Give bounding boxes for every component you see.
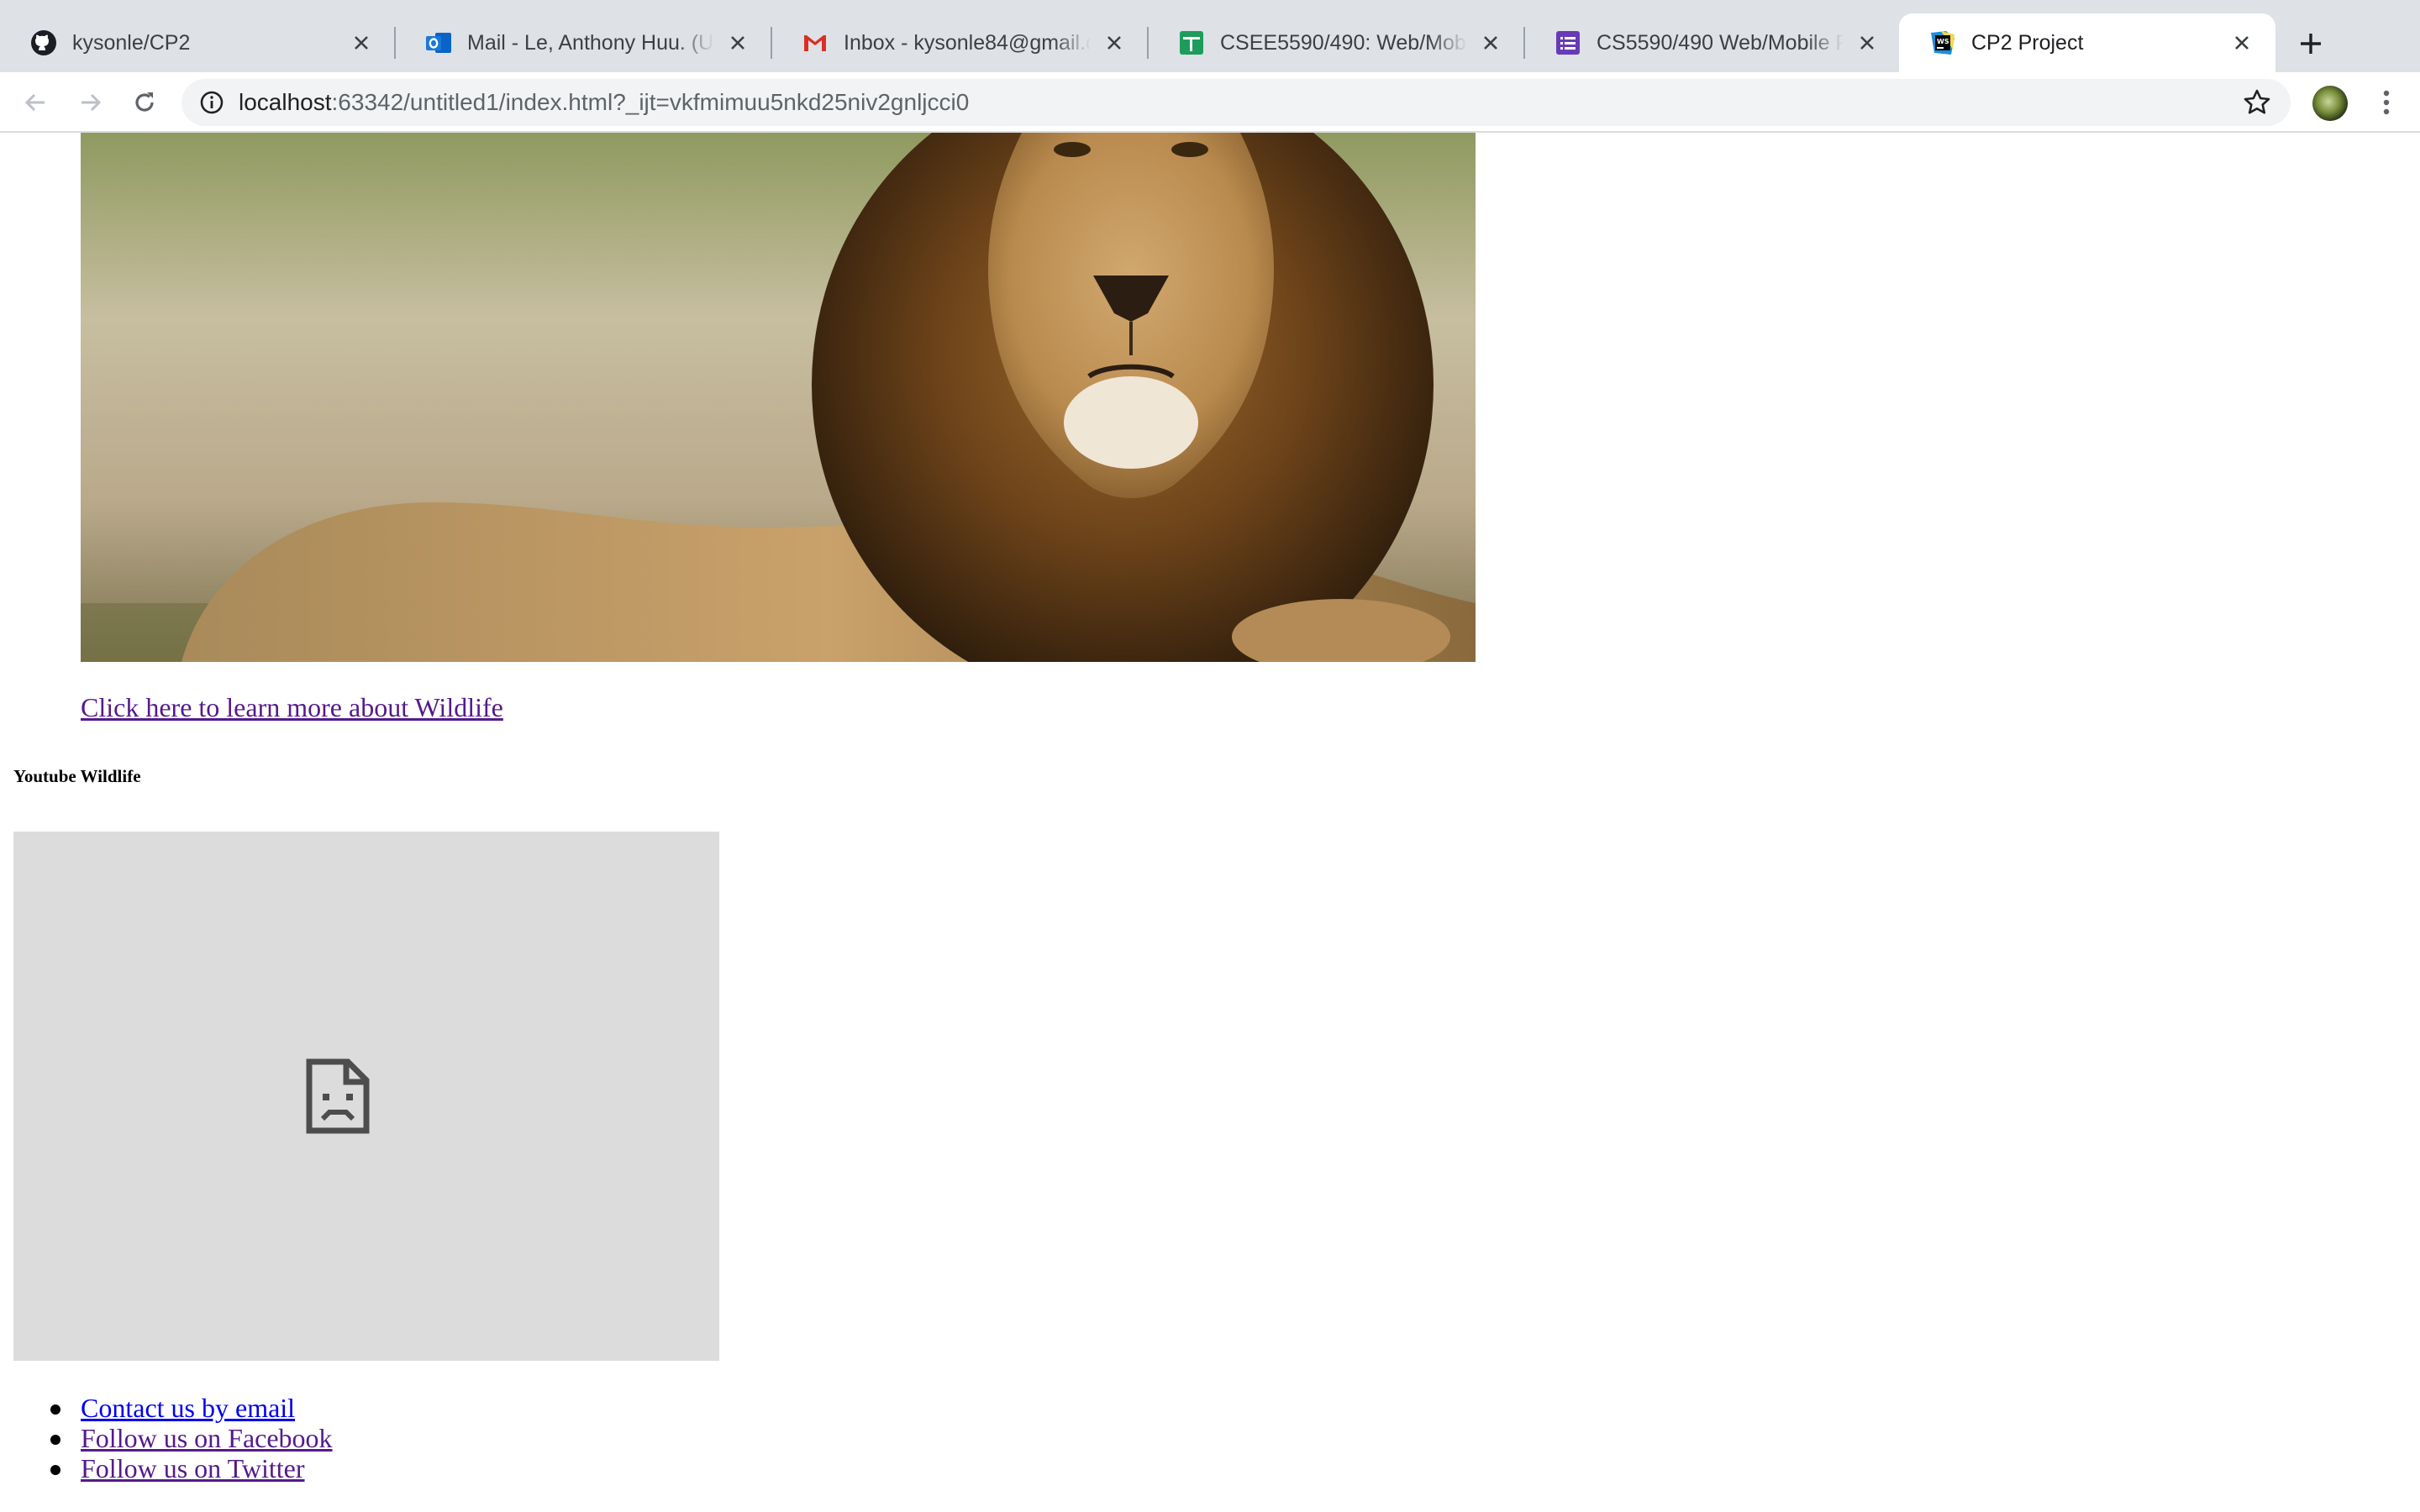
facebook-link[interactable]: Follow us on Facebook bbox=[81, 1423, 333, 1453]
close-tab-icon[interactable] bbox=[1477, 29, 1504, 56]
close-tab-icon[interactable] bbox=[1101, 29, 1128, 56]
arrow-left-icon bbox=[24, 93, 45, 112]
tab-github[interactable]: kysonle/CP2 bbox=[0, 13, 395, 72]
list-item: Contact us by email bbox=[0, 1393, 333, 1423]
profile-avatar[interactable] bbox=[2312, 86, 2348, 121]
close-tab-icon[interactable] bbox=[724, 29, 751, 56]
tab-title: CP2 Project bbox=[1971, 30, 2084, 55]
url-host: localhost bbox=[239, 89, 332, 115]
github-icon bbox=[30, 29, 57, 56]
info-icon[interactable] bbox=[198, 89, 225, 116]
address-bar[interactable]: localhost:63342/untitled1/index.html?_ij… bbox=[182, 79, 2291, 126]
url-text[interactable]: localhost:63342/untitled1/index.html?_ij… bbox=[239, 79, 969, 126]
list-item: Follow us on Facebook bbox=[0, 1423, 333, 1453]
tab-sheets[interactable]: CSEE5590/490: Web/Mobile Programming bbox=[1148, 13, 1524, 72]
svg-text:WS: WS bbox=[1937, 38, 1949, 45]
twitter-link[interactable]: Follow us on Twitter bbox=[81, 1453, 305, 1483]
tab-gmail[interactable]: Inbox - kysonle84@gmail.com bbox=[771, 13, 1148, 72]
contact-email-link[interactable]: Contact us by email bbox=[81, 1393, 295, 1423]
tab-title: CS5590/490 Web/Mobile Programming bbox=[1597, 30, 1844, 55]
social-links-list: Contact us by email Follow us on Faceboo… bbox=[0, 1393, 333, 1483]
outlook-icon bbox=[425, 29, 452, 56]
url-path: :63342/untitled1/index.html?_ijt=vkfmimu… bbox=[331, 89, 970, 115]
tab-mail[interactable]: Mail - Le, Anthony Huu. (UMKC-Student) bbox=[395, 13, 771, 72]
webstorm-icon: WS bbox=[1929, 29, 1956, 56]
broken-page-icon bbox=[306, 1058, 370, 1134]
new-tab-button[interactable] bbox=[2291, 24, 2331, 64]
tab-cp2-project[interactable]: WS CP2 Project bbox=[1899, 13, 2275, 72]
tab-title: CSEE5590/490: Web/Mobile Programming bbox=[1220, 30, 1467, 55]
browser-menu-button[interactable] bbox=[2368, 84, 2405, 121]
reload-button[interactable] bbox=[126, 84, 163, 121]
gmail-icon bbox=[802, 29, 829, 56]
page-viewport: Click here to learn more about Wildlife … bbox=[0, 133, 2420, 1512]
back-button[interactable] bbox=[17, 84, 54, 121]
forms-icon bbox=[1555, 29, 1581, 56]
arrow-right-icon bbox=[82, 93, 102, 112]
tab-title: Mail - Le, Anthony Huu. (UMKC-Student) bbox=[467, 30, 714, 55]
forward-button[interactable] bbox=[72, 84, 109, 121]
close-tab-icon[interactable] bbox=[1854, 29, 1881, 56]
learn-wildlife-link[interactable]: Click here to learn more about Wildlife bbox=[81, 692, 503, 723]
plus-icon bbox=[2301, 34, 2321, 54]
list-item: Follow us on Twitter bbox=[0, 1453, 333, 1483]
bookmark-star-icon[interactable] bbox=[2242, 87, 2272, 118]
tab-title: kysonle/CP2 bbox=[72, 30, 191, 55]
close-tab-icon[interactable] bbox=[2228, 29, 2255, 56]
lion-image bbox=[81, 133, 1476, 662]
browser-toolbar: localhost:63342/untitled1/index.html?_ij… bbox=[0, 72, 2420, 133]
close-tab-icon[interactable] bbox=[348, 29, 375, 56]
more-vert-icon bbox=[2383, 90, 2390, 115]
tab-strip: kysonle/CP2 Mail - Le, Anthony Huu. (UMK… bbox=[0, 0, 2420, 72]
video-heading: Youtube Wildlife bbox=[13, 766, 141, 786]
tab-forms[interactable]: CS5590/490 Web/Mobile Programming bbox=[1524, 13, 1901, 72]
youtube-video-embed[interactable] bbox=[13, 832, 719, 1361]
reload-icon bbox=[135, 92, 154, 112]
sheets-icon bbox=[1178, 29, 1205, 56]
tab-title: Inbox - kysonle84@gmail.com bbox=[844, 30, 1091, 55]
